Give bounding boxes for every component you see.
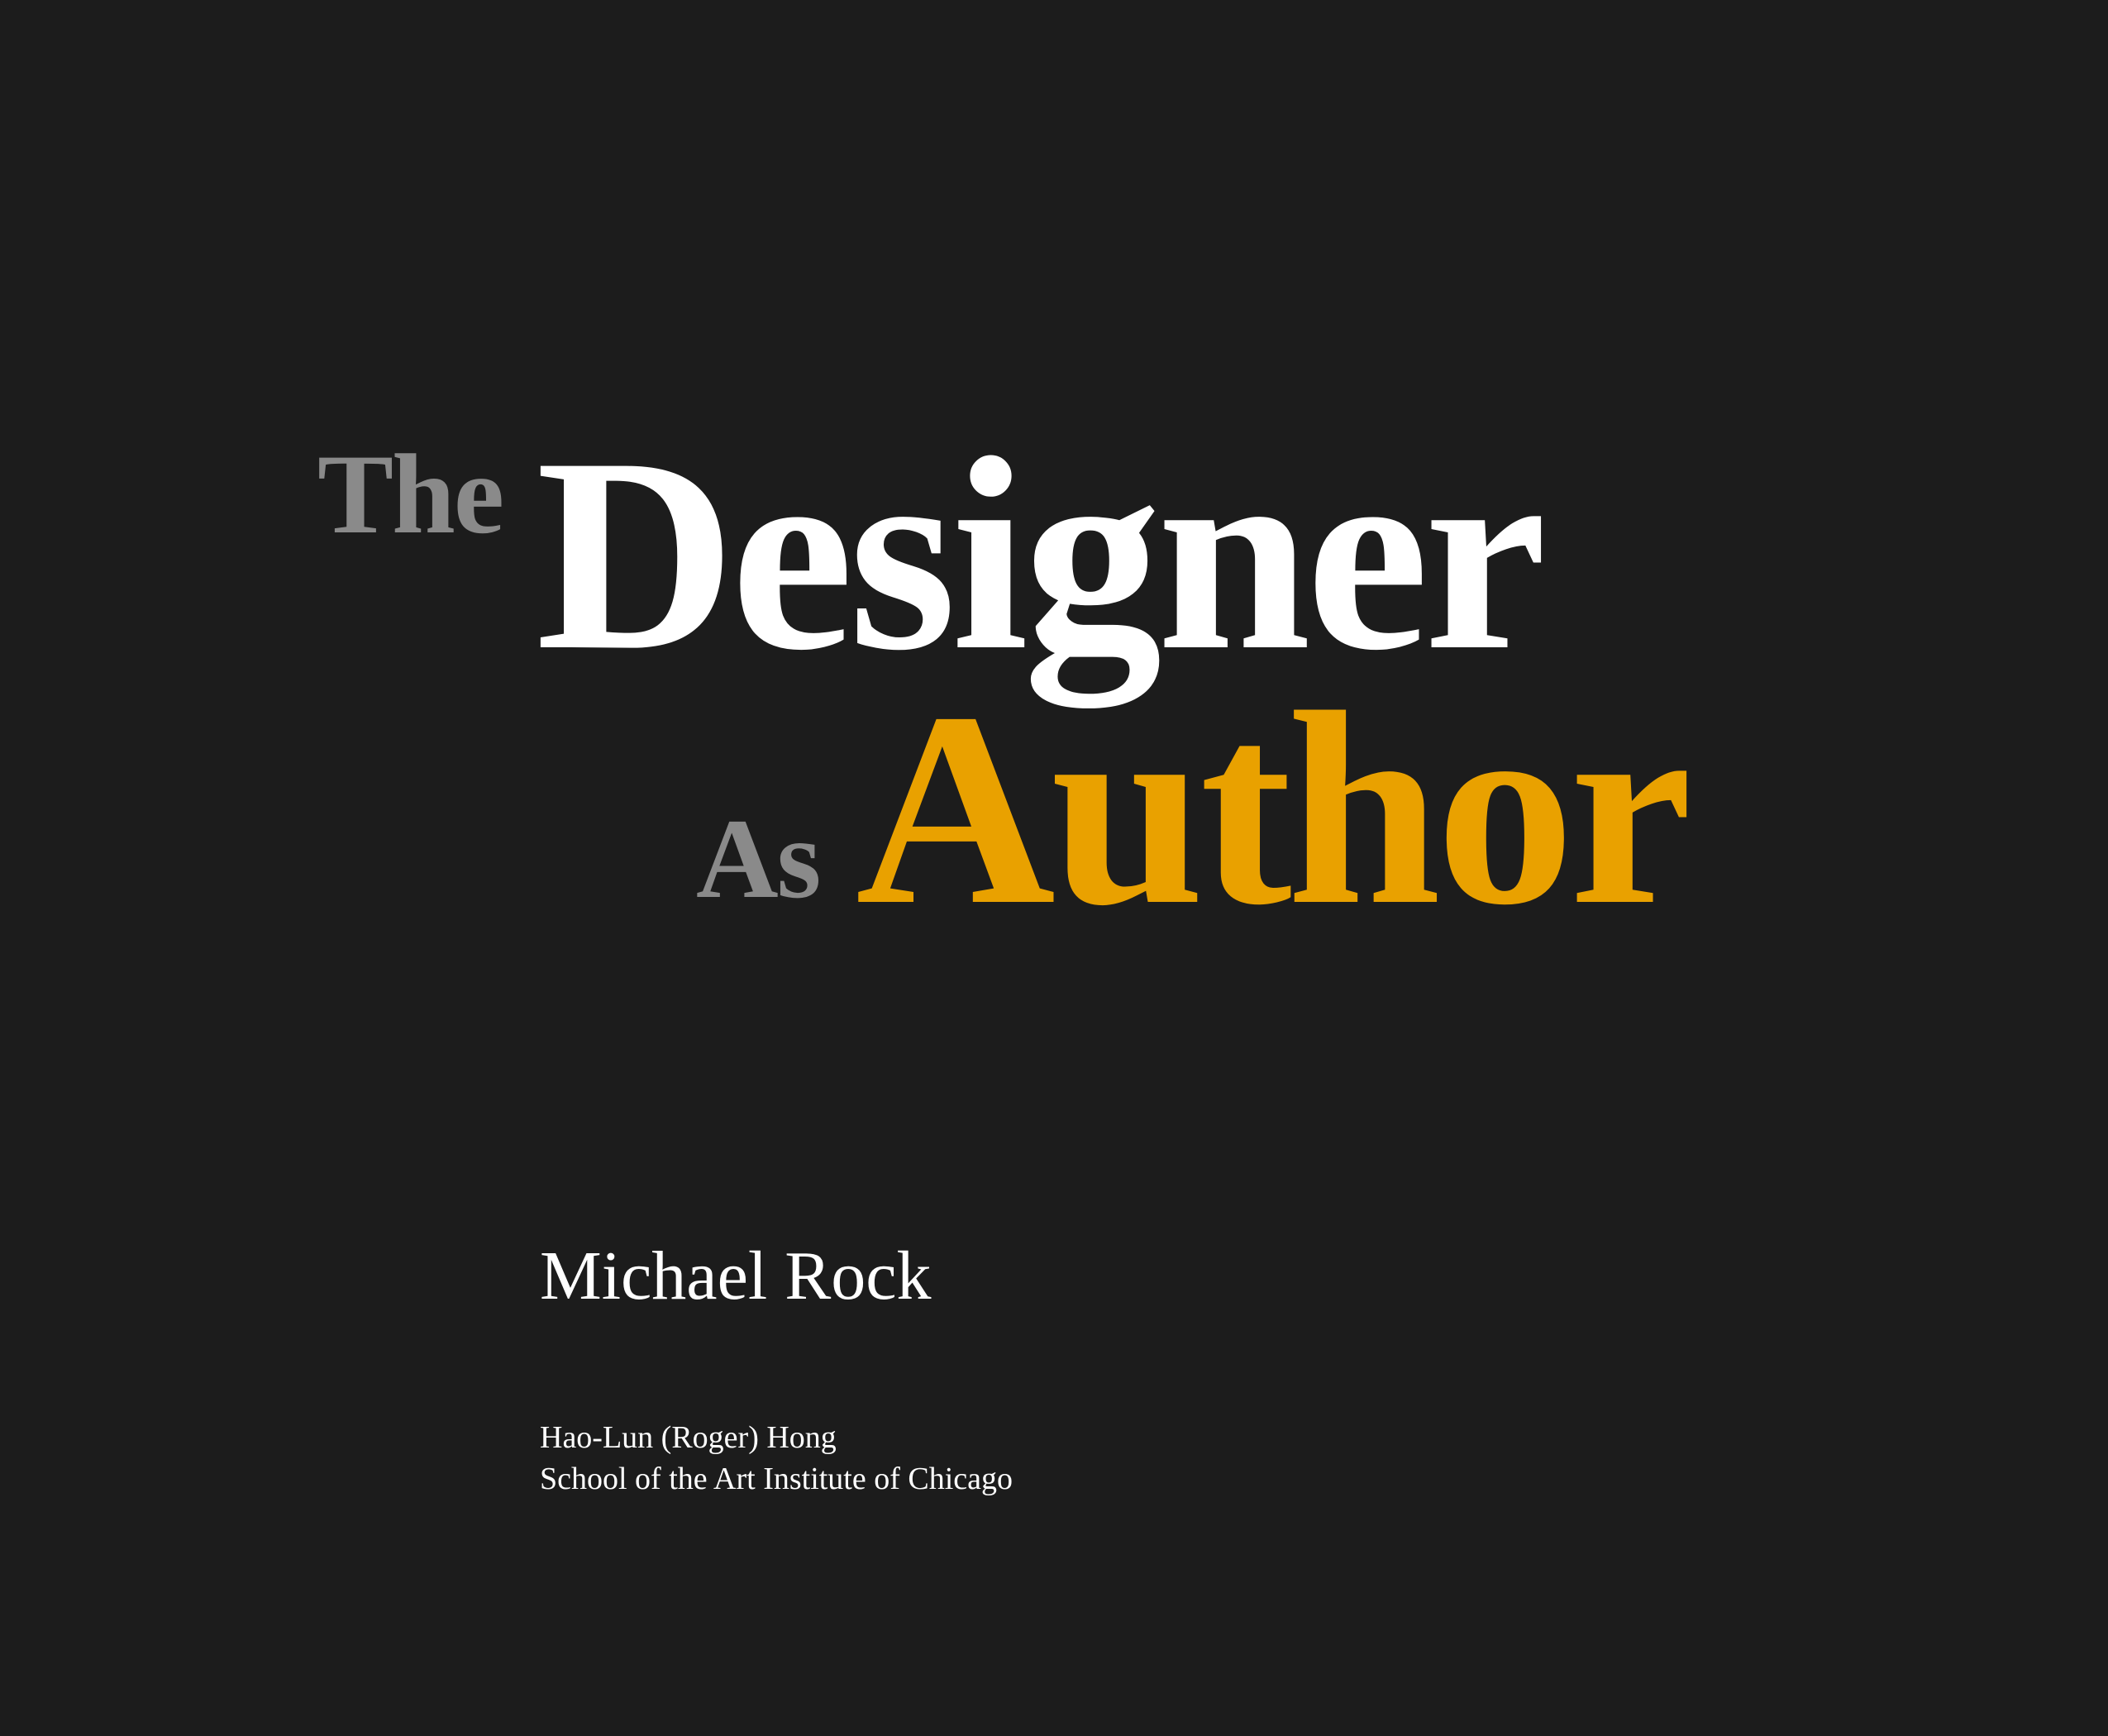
title-word-designer: Designer bbox=[536, 401, 1547, 708]
credit-school-name: School of the Art Institute of Chicago bbox=[540, 1462, 1013, 1496]
title-word-as: As bbox=[696, 795, 821, 922]
title-word-the: The bbox=[317, 431, 504, 557]
author-name: Michael Rock bbox=[540, 1238, 932, 1314]
title-word-author: Author bbox=[856, 656, 1692, 962]
credit-student-name: Hao-Lun (Roger) Hong bbox=[540, 1420, 837, 1455]
